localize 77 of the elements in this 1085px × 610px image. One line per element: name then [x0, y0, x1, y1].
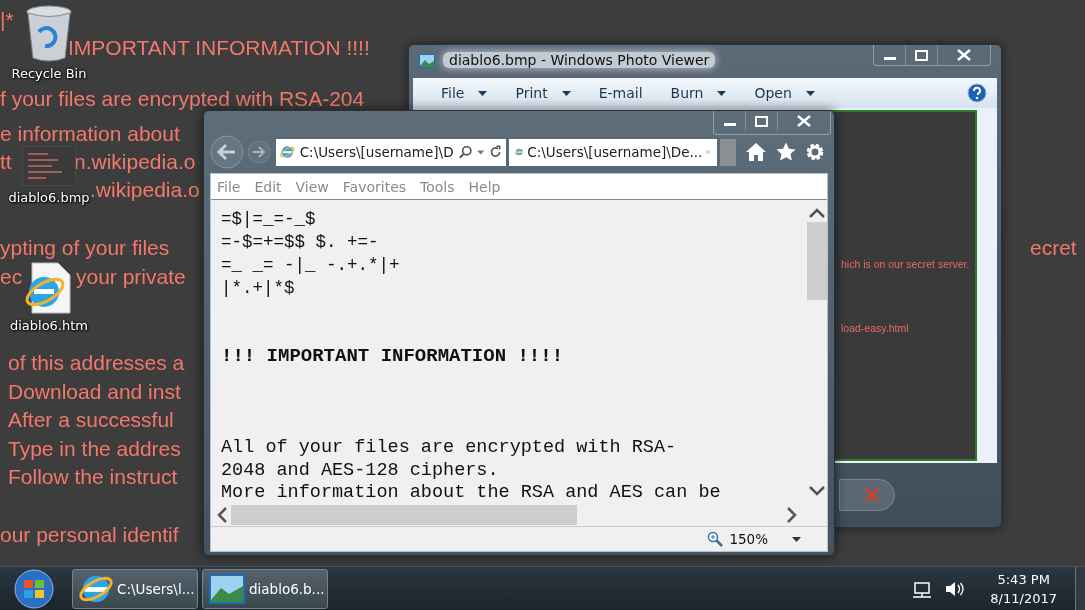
taskbar-button[interactable]: C:\Users\l... [72, 568, 198, 609]
desktop-icon-label[interactable]: Recycle Bin [11, 66, 87, 81]
wallpaper-text: our personal identif [0, 523, 179, 547]
vertical-scrollbar[interactable] [807, 208, 827, 496]
paragraph-line: 2048 and AES-128 ciphers. [221, 459, 499, 482]
delete-icon [864, 487, 880, 503]
wallpaper-text: ypting of your files [0, 236, 170, 260]
wallpaper-text: |* [0, 8, 14, 32]
scroll-left-icon[interactable] [217, 507, 227, 523]
menu-item[interactable]: View [295, 178, 329, 195]
wallpaper-text: Follow the instruct [8, 465, 178, 489]
photo-viewer-icon [419, 54, 435, 68]
desktop-icon-label[interactable]: diablo6.bmp [8, 190, 90, 205]
wallpaper-text: ec [0, 265, 23, 289]
browser-icon [280, 143, 295, 161]
ascii-art-line: =-$=+=$$ $. +=- [221, 231, 379, 254]
menu-item[interactable]: E-mail [592, 85, 659, 101]
image-text: hich is on our secret server. [841, 258, 970, 270]
back-button[interactable] [210, 135, 244, 169]
forward-button[interactable] [247, 140, 271, 164]
photo-viewer-icon [209, 573, 245, 604]
minimize-icon [723, 123, 736, 126]
home-icon[interactable] [745, 142, 767, 162]
scroll-right-icon[interactable] [787, 507, 797, 523]
maximize-icon [915, 49, 928, 61]
show-desktop-button[interactable] [1075, 566, 1085, 610]
scroll-down-icon[interactable] [809, 486, 825, 496]
wallpaper-text: your private [76, 265, 186, 289]
search-icon[interactable] [458, 144, 472, 160]
desktop-icon-label[interactable]: diablo6.htm [9, 318, 89, 333]
wallpaper-text: n.wikipedia.o [74, 150, 196, 174]
volume-icon[interactable] [944, 579, 965, 598]
ascii-art-line: =_ _= -|_ -.+.*|+ [221, 254, 400, 277]
menu-item[interactable]: Print [509, 85, 587, 101]
menu-item[interactable]: Tools [420, 178, 455, 195]
wallpaper-text: Download and inst [8, 380, 181, 404]
paragraph-line: All of your files are encrypted with RSA- [221, 437, 677, 460]
wallpaper-text: .wikipedia.o [90, 178, 200, 202]
paragraph-line: More information about the RSA and AES can be [221, 482, 721, 505]
wallpaper-text: IMPORTANT INFORMATION !!!! [68, 36, 370, 60]
menu-item[interactable]: File [435, 85, 504, 101]
wallpaper-text: ecret [1030, 236, 1077, 260]
wallpaper-text: of this addresses a [8, 351, 185, 375]
web-file-icon[interactable] [24, 262, 74, 314]
wallpaper-text: Type in the addres [8, 437, 181, 461]
settings-icon[interactable] [805, 142, 825, 162]
close-icon [797, 115, 811, 127]
wallpaper-text: e information about [0, 122, 180, 146]
scroll-up-icon[interactable] [809, 208, 825, 218]
menu-item[interactable]: Favorites [342, 178, 407, 195]
wallpaper-text: f your files are encrypted with RSA-204 [0, 87, 365, 111]
wallpaper-text: After a successful [8, 408, 174, 432]
clock-date[interactable]: 8/11/2017 [990, 588, 1057, 608]
menu-item[interactable]: Burn [664, 85, 743, 101]
image-thumbnail-icon[interactable] [22, 146, 76, 186]
minimize-icon [883, 57, 896, 60]
wallpaper-text: tt [0, 150, 12, 174]
address-bar[interactable]: C:\Users\[username]\D [276, 138, 506, 166]
page-heading: !!! IMPORTANT INFORMATION !!!! [221, 345, 564, 368]
image-text: load-easy.html [841, 322, 909, 334]
ascii-art-line: |*.+|*$ [221, 277, 295, 300]
maximize-icon [755, 115, 768, 127]
zoom-level[interactable]: 150% [729, 531, 768, 547]
browser-tab[interactable]: C:\Users\[username]\De... [509, 138, 717, 166]
refresh-icon[interactable] [488, 144, 502, 160]
menu-item[interactable]: Open [748, 85, 831, 101]
window-title: diablo6.bmp - Windows Photo Viewer [443, 52, 716, 68]
clock-time[interactable]: 5:43 PM [997, 569, 1050, 589]
ascii-art-line: =$|=_=-_$ [221, 208, 316, 231]
favorites-star-icon[interactable] [776, 142, 796, 162]
taskbar-button[interactable]: diablo6.b... [202, 568, 328, 609]
help-icon[interactable] [967, 83, 987, 103]
start-button[interactable] [14, 568, 54, 609]
zoom-icon [707, 531, 724, 547]
close-icon [957, 49, 971, 61]
dropdown-icon[interactable] [792, 536, 801, 542]
network-icon[interactable] [912, 579, 933, 598]
